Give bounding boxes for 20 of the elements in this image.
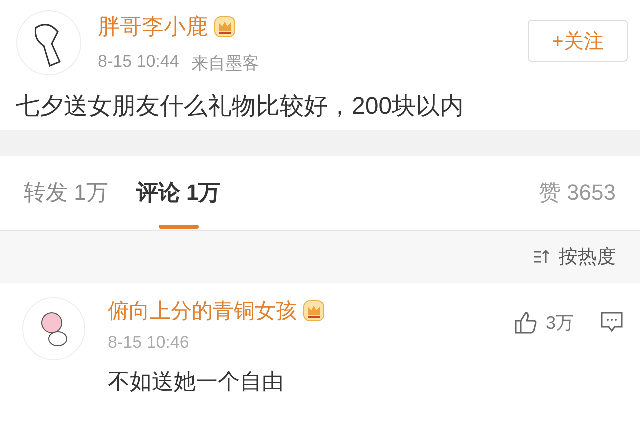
tab-underline — [158, 225, 199, 229]
like-count: 赞 3653 — [538, 179, 616, 207]
comment-time: 8-15 10:46 — [108, 333, 190, 353]
like-button[interactable]: 3万 — [514, 311, 574, 335]
commenter-name: 俯向上分的青铜女孩 — [108, 299, 297, 325]
tab[interactable]: 评论 1万 — [136, 170, 221, 216]
avatar-drawing — [22, 297, 86, 361]
thumbs-up-icon — [514, 311, 538, 335]
comment-text: 不如送她一个自由 — [108, 368, 285, 396]
tab[interactable]: 转发 1万 — [24, 170, 108, 216]
sort-button[interactable]: 按热度 — [533, 244, 616, 270]
post-text: 七夕送女朋友什么礼物比较好，200块以内 — [16, 92, 466, 122]
reply-button[interactable] — [600, 311, 624, 333]
post-source: 来自墨客 — [191, 53, 260, 75]
comment-icon — [600, 311, 624, 333]
post-time: 8-15 10:44 — [98, 52, 180, 73]
avatar-drawing — [16, 10, 82, 76]
sort-icon — [533, 249, 551, 265]
follow-button[interactable]: +关注 — [528, 20, 628, 62]
author-name: 胖哥李小鹿 — [98, 13, 208, 41]
